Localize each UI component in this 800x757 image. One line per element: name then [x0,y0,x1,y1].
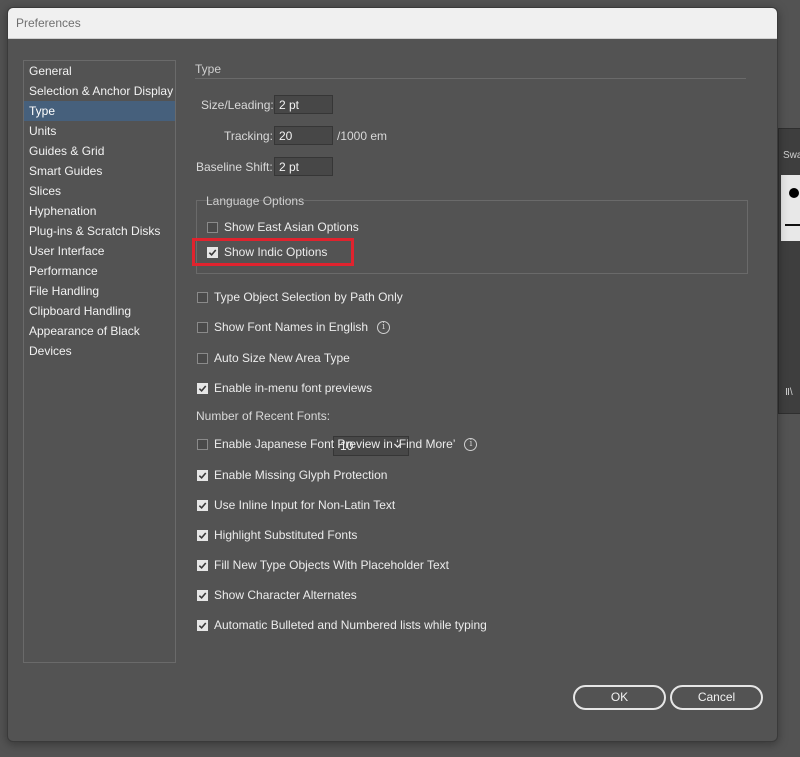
inmenu-preview-label: Enable in-menu font previews [214,381,373,395]
missing-glyph-row[interactable]: Enable Missing Glyph Protection [197,466,387,484]
missing-glyph-checkbox[interactable] [197,469,208,481]
sidebar-item-hyphenation[interactable]: Hyphenation [24,201,175,221]
panel-tab-label[interactable]: Swa [783,150,800,161]
tracking-unit: /1000 em [337,129,388,143]
sidebar-item-user-interface[interactable]: User Interface [24,241,175,261]
inmenu-preview-row[interactable]: Enable in-menu font previews [197,379,372,397]
sidebar-item-plugins-scratch-disks[interactable]: Plug-ins & Scratch Disks [24,221,175,241]
highlight-substituted-checkbox[interactable] [197,529,208,541]
sidebar-item-slices[interactable]: Slices [24,181,175,201]
highlight-annotation-box [192,238,354,266]
highlight-substituted-row[interactable]: Highlight Substituted Fonts [197,526,357,544]
preferences-dialog: Preferences General Selection & Anchor D… [7,7,778,742]
placeholder-text-label: Fill New Type Objects With Placeholder T… [214,558,449,572]
sidebar-item-devices[interactable]: Devices [24,341,175,361]
auto-lists-checkbox[interactable] [197,619,208,631]
swatch-preview [781,175,800,241]
library-icon[interactable]: Ⅱ\ [785,387,793,398]
type-section-heading: Type [195,62,222,76]
font-names-english-row[interactable]: Show Font Names in English i [197,318,391,336]
show-east-asian-options-row[interactable]: Show East Asian Options [207,218,359,236]
info-icon[interactable]: i [464,437,478,451]
baseline-shift-label: Baseline Shift: [196,160,273,174]
sidebar-item-general[interactable]: General [24,61,175,81]
font-names-english-label: Show Font Names in English [214,320,369,334]
checkmark-icon [198,621,207,629]
char-alternates-label: Show Character Alternates [214,588,357,602]
tracking-input[interactable]: 20 [274,126,333,145]
type-object-selection-checkbox[interactable] [197,291,208,303]
sidebar-item-guides-grid[interactable]: Guides & Grid [24,141,175,161]
type-object-selection-row[interactable]: Type Object Selection by Path Only [197,288,403,306]
preferences-sidebar: General Selection & Anchor Display Type … [23,60,176,663]
japanese-preview-row[interactable]: Enable Japanese Font Preview in ‘Find Mo… [197,435,478,453]
japanese-preview-label: Enable Japanese Font Preview in ‘Find Mo… [214,437,456,451]
inline-input-label: Use Inline Input for Non-Latin Text [214,498,396,512]
ok-button[interactable]: OK [573,685,666,710]
auto-size-checkbox[interactable] [197,352,208,364]
placeholder-text-checkbox[interactable] [197,559,208,571]
tracking-label: Tracking: [224,129,273,143]
window-title: Preferences [16,16,81,30]
checkmark-icon [198,561,207,569]
checkmark-icon [198,471,207,479]
sidebar-item-smart-guides[interactable]: Smart Guides [24,161,175,181]
placeholder-text-row[interactable]: Fill New Type Objects With Placeholder T… [197,556,449,574]
highlight-substituted-label: Highlight Substituted Fonts [214,528,358,542]
show-east-asian-options-checkbox[interactable] [207,221,218,233]
recent-fonts-label: Number of Recent Fonts: [196,409,331,423]
char-alternates-row[interactable]: Show Character Alternates [197,586,357,604]
auto-lists-row[interactable]: Automatic Bulleted and Numbered lists wh… [197,616,487,634]
inline-input-checkbox[interactable] [197,499,208,511]
baseline-shift-input[interactable]: 2 pt [274,157,333,176]
cancel-button[interactable]: Cancel [670,685,763,710]
sidebar-item-selection-anchor-display[interactable]: Selection & Anchor Display [24,81,175,101]
checkmark-icon [198,501,207,509]
checkmark-icon [198,531,207,539]
missing-glyph-label: Enable Missing Glyph Protection [214,468,388,482]
sidebar-item-units[interactable]: Units [24,121,175,141]
show-east-asian-options-label: Show East Asian Options [224,220,359,234]
sidebar-item-performance[interactable]: Performance [24,261,175,281]
sidebar-item-clipboard-handling[interactable]: Clipboard Handling [24,301,175,321]
size-leading-input[interactable]: 2 pt [274,95,333,114]
checkmark-icon [198,591,207,599]
japanese-preview-checkbox[interactable] [197,438,208,450]
size-leading-label: Size/Leading: [201,98,274,112]
info-icon[interactable]: i [377,320,391,334]
auto-size-label: Auto Size New Area Type [214,351,350,365]
checkmark-icon [198,384,207,392]
type-object-selection-label: Type Object Selection by Path Only [214,290,403,304]
font-names-english-checkbox[interactable] [197,321,208,333]
char-alternates-checkbox[interactable] [197,589,208,601]
language-options-heading: Language Options [206,194,305,208]
auto-size-row[interactable]: Auto Size New Area Type [197,349,350,367]
section-divider [195,78,746,79]
sidebar-item-file-handling[interactable]: File Handling [24,281,175,301]
title-bar[interactable]: Preferences [8,8,777,39]
sidebar-item-appearance-of-black[interactable]: Appearance of Black [24,321,175,341]
sidebar-item-type[interactable]: Type [24,101,175,121]
auto-lists-label: Automatic Bulleted and Numbered lists wh… [214,618,487,632]
inline-input-row[interactable]: Use Inline Input for Non-Latin Text [197,496,395,514]
inmenu-preview-checkbox[interactable] [197,382,208,394]
swatch-dot [789,188,799,198]
background-swatches-panel: Swa Ⅱ\ [778,128,800,414]
swatch-line [785,224,800,226]
